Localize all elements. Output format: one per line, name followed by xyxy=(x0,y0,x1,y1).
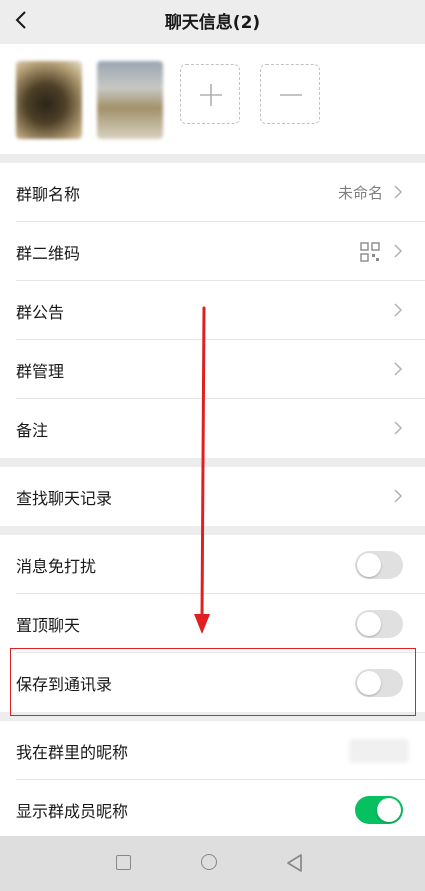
chevron-right-icon xyxy=(394,244,403,258)
group-name-value: 未命名 xyxy=(337,184,383,202)
sticky-on-top-toggle[interactable] xyxy=(355,610,403,638)
group-name-row[interactable]: 群聊名称 未命名 xyxy=(16,163,425,222)
top-bar: 聊天信息(2) xyxy=(0,0,425,44)
search-chat-history-row[interactable]: 查找聊天记录 xyxy=(16,467,425,526)
member-avatar[interactable] xyxy=(16,61,82,139)
qr-code-icon xyxy=(360,242,380,262)
chevron-right-icon xyxy=(394,185,403,199)
row-label: 我在群里的昵称 xyxy=(16,743,129,762)
row-label: 显示群成员昵称 xyxy=(16,802,129,821)
row-label: 消息免打扰 xyxy=(16,557,97,576)
row-label: 群管理 xyxy=(16,362,65,381)
member-avatar[interactable] xyxy=(97,61,163,139)
my-group-nickname-row[interactable]: 我在群里的昵称 xyxy=(16,721,425,780)
chevron-right-icon xyxy=(394,421,403,435)
settings-group-toggles: 消息免打扰 置顶聊天 保存到通讯录 xyxy=(0,535,425,712)
row-label: 群聊名称 xyxy=(16,185,81,204)
chevron-right-icon xyxy=(394,362,403,376)
save-to-contacts-row: 保存到通讯录 xyxy=(16,653,425,712)
row-label: 群公告 xyxy=(16,303,65,322)
settings-group-nickname: 我在群里的昵称 显示群成员昵称 xyxy=(0,721,425,839)
nav-circle-icon[interactable] xyxy=(201,854,217,870)
member-avatars-section xyxy=(0,44,425,154)
settings-group-info: 群聊名称 未命名 群二维码 群公告 群管理 备注 xyxy=(0,163,425,458)
chevron-right-icon xyxy=(394,303,403,317)
mute-notifications-toggle[interactable] xyxy=(355,551,403,579)
plus-icon xyxy=(200,84,222,106)
row-label: 备注 xyxy=(16,421,49,440)
remark-row[interactable]: 备注 xyxy=(16,399,425,458)
nav-square-icon[interactable] xyxy=(116,855,131,870)
remove-member-button[interactable] xyxy=(260,64,320,124)
mute-notifications-row: 消息免打扰 xyxy=(16,535,425,594)
group-announcement-row[interactable]: 群公告 xyxy=(16,281,425,340)
add-member-button[interactable] xyxy=(180,64,240,124)
row-label: 查找聊天记录 xyxy=(16,489,113,508)
show-member-nicknames-row: 显示群成员昵称 xyxy=(16,780,425,839)
page-title: 聊天信息(2) xyxy=(164,13,261,33)
group-qr-code-row[interactable]: 群二维码 xyxy=(16,222,425,281)
system-navigation-bar xyxy=(0,836,425,891)
nickname-value-blurred xyxy=(349,739,409,763)
show-member-nicknames-toggle[interactable] xyxy=(355,796,403,824)
row-label: 群二维码 xyxy=(16,244,81,263)
sticky-on-top-row: 置顶聊天 xyxy=(16,594,425,653)
row-label: 保存到通讯录 xyxy=(16,675,113,694)
settings-group-search: 查找聊天记录 xyxy=(0,467,425,526)
nav-back-triangle-icon[interactable] xyxy=(286,853,304,873)
minus-icon xyxy=(280,94,302,96)
save-to-contacts-toggle[interactable] xyxy=(355,669,403,697)
row-label: 置顶聊天 xyxy=(16,616,81,635)
chevron-right-icon xyxy=(394,489,403,503)
group-management-row[interactable]: 群管理 xyxy=(16,340,425,399)
